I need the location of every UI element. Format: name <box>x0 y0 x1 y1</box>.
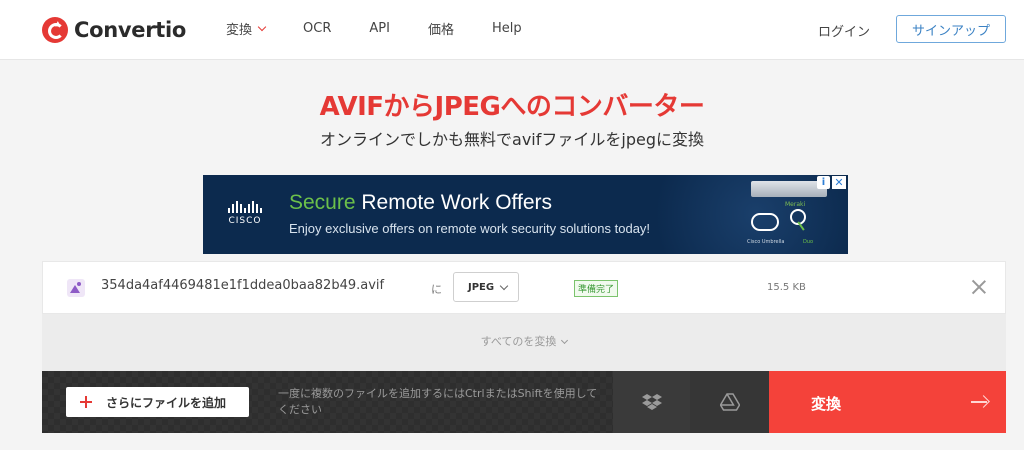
ad-device-label: Meraki <box>785 201 806 208</box>
dropbox-button[interactable] <box>613 371 690 433</box>
convert-all-toggle[interactable]: すべてのを変換 <box>0 333 1024 349</box>
page-subtitle: オンラインでしかも無料でavifファイルをjpegに変換 <box>320 130 704 149</box>
top-header: Convertio 変換 OCR API 価格 Help ログイン サインアップ <box>0 0 1024 60</box>
cisco-logo: CISCO <box>228 201 262 226</box>
file-name: 354da4af4469481e1f1ddea0baa82b49.avif <box>101 278 385 293</box>
logo[interactable]: Convertio <box>42 16 186 44</box>
file-row: 354da4af4469481e1f1ddea0baa82b49.avif に … <box>42 261 1006 314</box>
arrow-right-icon <box>971 395 987 409</box>
status-badge: 準備完了 <box>574 280 619 297</box>
dropbox-icon <box>641 394 662 410</box>
nav-item-pricing[interactable]: 価格 <box>428 19 454 38</box>
cloud-icon <box>751 213 779 231</box>
convert-button[interactable]: 変換 <box>769 371 1006 433</box>
chevron-down-icon <box>561 336 569 345</box>
nav-item-convert-label: 変換 <box>226 23 253 38</box>
ad-headline: Secure Remote Work Offers <box>289 191 552 215</box>
convert-all-label: すべてのを変換 <box>480 335 557 348</box>
google-drive-button[interactable] <box>690 371 769 433</box>
login-link[interactable]: ログイン <box>818 21 870 40</box>
main-nav: 変換 OCR API 価格 Help <box>226 19 560 38</box>
chevron-down-icon <box>257 22 267 31</box>
google-drive-icon <box>719 393 740 411</box>
nav-item-help[interactable]: Help <box>492 19 522 38</box>
logo-text: Convertio <box>74 18 187 42</box>
network-device-image <box>751 181 827 197</box>
key-icon <box>788 209 808 231</box>
ad-headline-accent: Secure <box>289 191 356 214</box>
plus-icon <box>80 396 92 408</box>
ad-subline: Enjoy exclusive offers on remote work se… <box>289 221 651 236</box>
ad-caption-right: Duo <box>803 239 814 245</box>
nav-item-api[interactable]: API <box>369 19 390 38</box>
image-file-icon <box>67 279 85 297</box>
ad-close-icon[interactable]: ✕ <box>832 176 846 189</box>
signup-button[interactable]: サインアップ <box>896 15 1006 43</box>
file-size: 15.5 KB <box>767 282 806 293</box>
chevron-down-icon <box>499 281 509 291</box>
convert-button-label: 変換 <box>811 395 842 413</box>
convertio-logo-icon <box>42 17 68 43</box>
format-select[interactable]: JPEG <box>453 272 519 302</box>
add-files-button[interactable]: さらにファイルを追加 <box>66 387 249 417</box>
cisco-wordmark: CISCO <box>228 216 262 226</box>
cisco-bars-icon <box>228 201 262 213</box>
format-select-value: JPEG <box>468 281 495 293</box>
nav-item-ocr[interactable]: OCR <box>303 19 331 38</box>
to-label: に <box>431 283 442 296</box>
close-icon[interactable] <box>971 279 987 295</box>
ad-headline-rest: Remote Work Offers <box>355 191 552 214</box>
ad-caption-left: Cisco Umbrella <box>747 239 785 245</box>
multi-file-hint: 一度に複数のファイルを追加するにはCtrlまたはShiftを使用してください <box>278 387 598 416</box>
add-files-label: さらにファイルを追加 <box>106 395 227 410</box>
page-title: AVIFからJPEGへのコンバーター <box>319 92 705 122</box>
ad-info-icon[interactable]: i <box>817 176 830 189</box>
nav-item-convert[interactable]: 変換 <box>226 19 267 38</box>
ad-banner[interactable]: CISCO Secure Remote Work Offers Enjoy ex… <box>203 175 848 254</box>
